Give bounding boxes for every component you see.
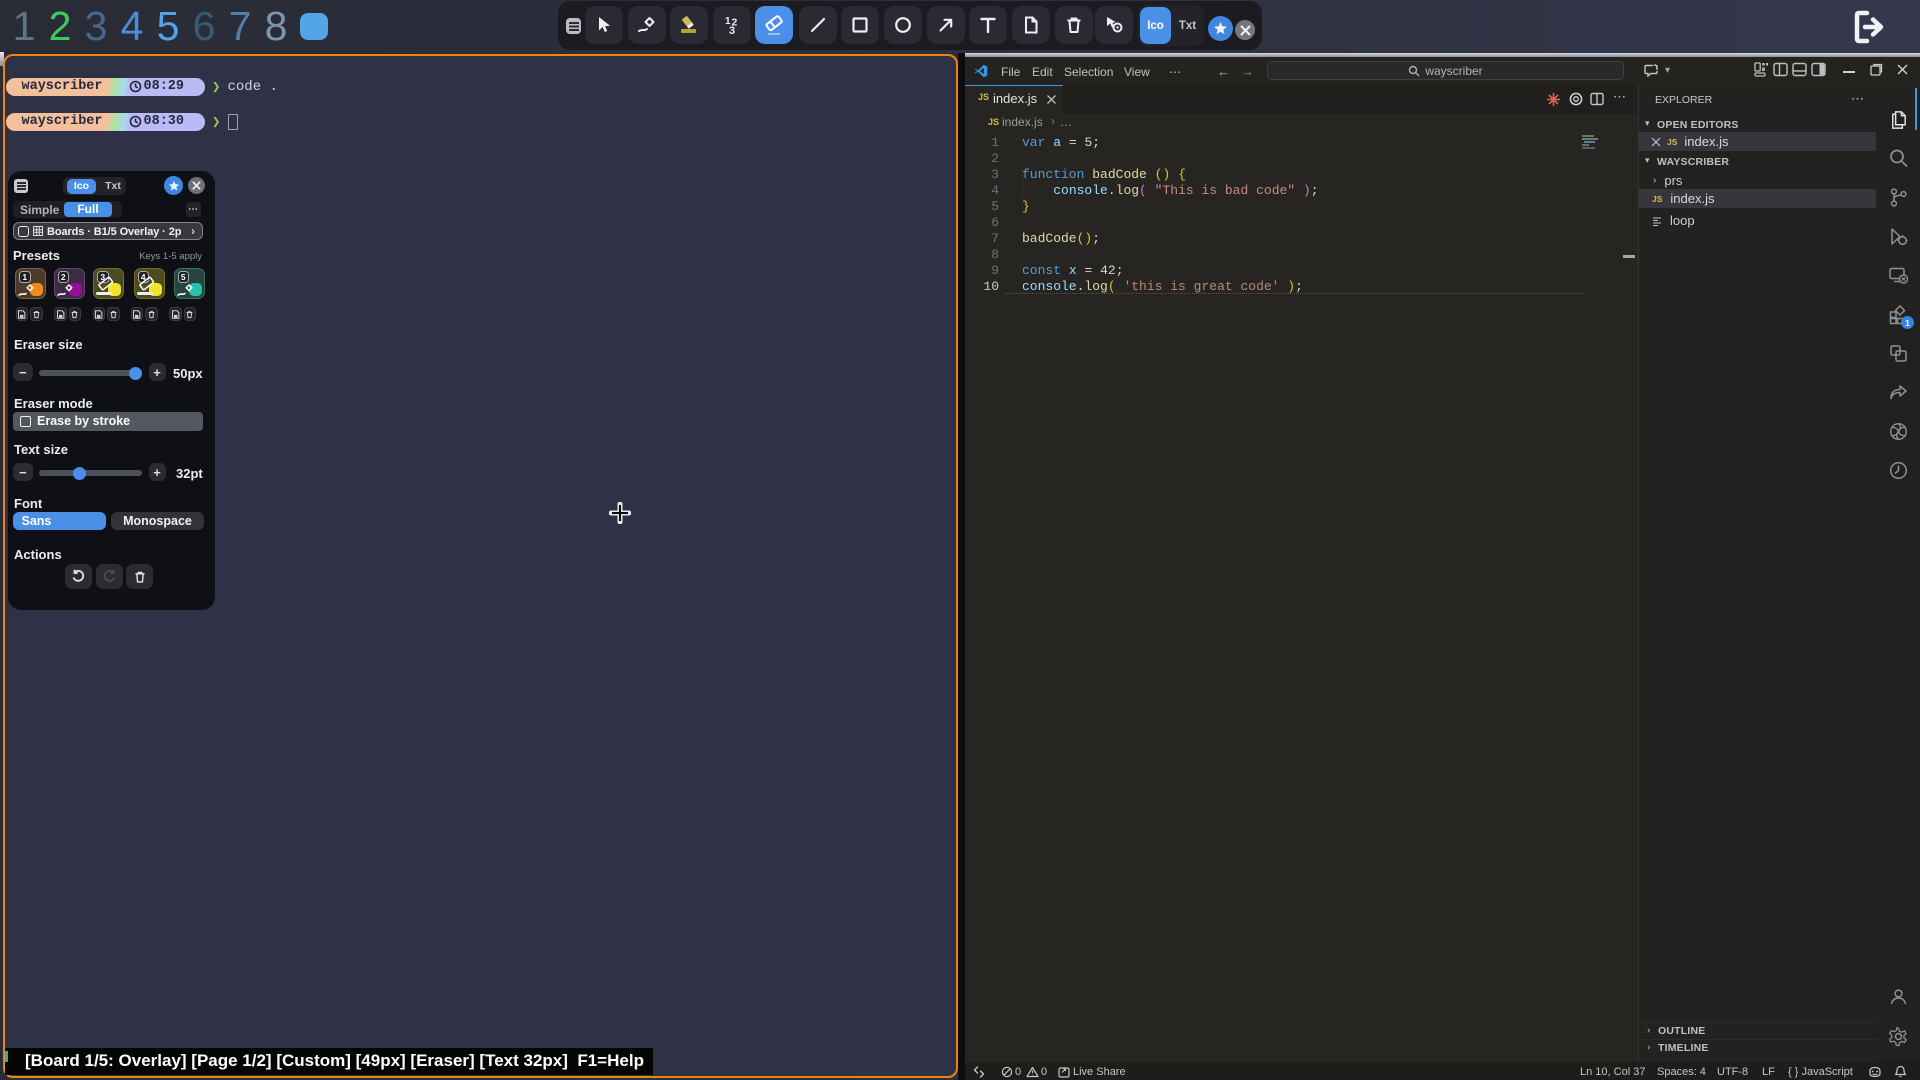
svg-text:3: 3 xyxy=(729,25,735,36)
